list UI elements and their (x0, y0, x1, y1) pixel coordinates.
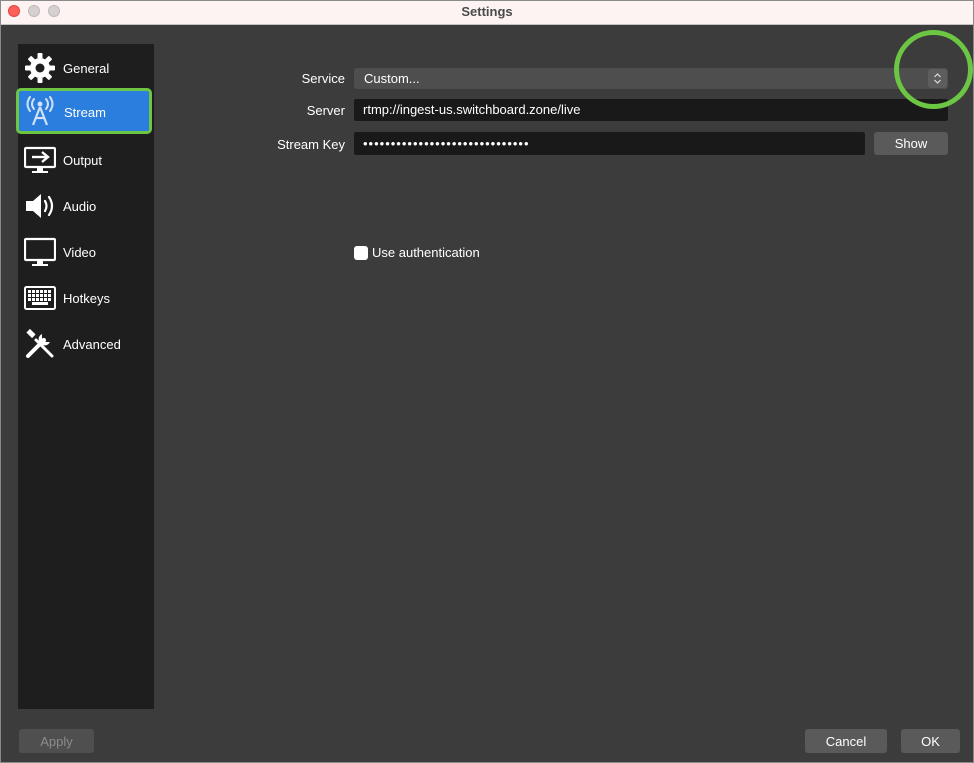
sidebar-item-advanced[interactable]: Advanced (18, 321, 154, 367)
window-title: Settings (461, 4, 513, 19)
server-input[interactable]: rtmp://ingest-us.switchboard.zone/live (354, 99, 948, 121)
sidebar-item-label: Hotkeys (63, 291, 110, 306)
tools-icon (26, 328, 54, 358)
service-select-value: Custom... (364, 71, 420, 86)
sidebar-item-label: Output (63, 153, 103, 168)
ok-button[interactable]: OK (901, 729, 960, 753)
sidebar-item-video[interactable]: Video (18, 229, 154, 275)
sidebar-item-label: Stream (64, 105, 106, 120)
sidebar-item-label: Advanced (63, 337, 121, 352)
sidebar-item-general[interactable]: General (18, 45, 154, 91)
use-authentication-checkbox[interactable] (354, 246, 368, 260)
cancel-button[interactable]: Cancel (805, 729, 887, 753)
sidebar-item-hotkeys[interactable]: Hotkeys (18, 275, 154, 321)
stream-key-input[interactable]: •••••••••••••••••••••••••••••• (354, 132, 865, 155)
sidebar-item-stream[interactable]: Stream (16, 88, 152, 134)
service-select[interactable]: Custom... (354, 68, 948, 89)
sidebar-item-label: Audio (63, 199, 97, 214)
antenna-icon (26, 96, 54, 126)
monitor-icon (24, 237, 56, 266)
speaker-icon (26, 194, 54, 218)
server-label: Server (306, 103, 345, 118)
gear-icon (25, 53, 55, 83)
service-label: Service (301, 71, 345, 86)
sidebar-item-audio[interactable]: Audio (18, 183, 154, 229)
sidebar-item-label: Video (63, 245, 97, 260)
settings-window: Settings General Stream Output Audio Vid… (0, 0, 974, 763)
apply-button[interactable]: Apply (19, 729, 94, 753)
keyboard-icon (24, 286, 56, 310)
sidebar-item-output[interactable]: Output (18, 137, 154, 183)
stream-key-label: Stream Key (277, 137, 345, 152)
select-arrows-icon (928, 69, 947, 88)
sidebar-item-label: General (63, 61, 110, 76)
monitor-output-icon (24, 146, 56, 173)
use-authentication-label[interactable]: Use authentication (372, 245, 480, 260)
settings-sidebar: General Stream Output Audio Video Hotkey… (16, 44, 154, 709)
title-bar: Settings (1, 1, 973, 25)
show-key-button[interactable]: Show (874, 132, 948, 155)
